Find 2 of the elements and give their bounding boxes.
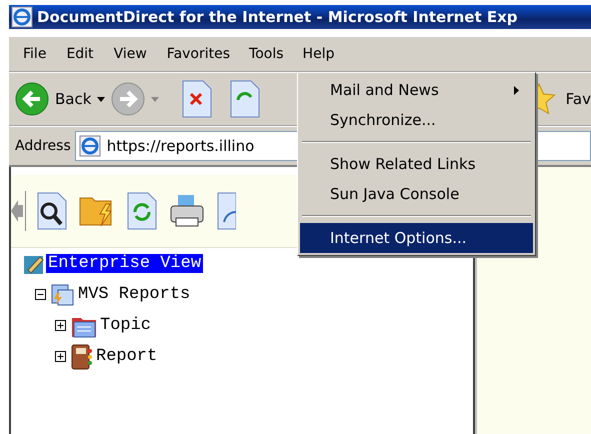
- address-label: Address: [15, 138, 71, 154]
- window-title: DocumentDirect for the Internet - Microsoft Internet Exp: [37, 8, 518, 26]
